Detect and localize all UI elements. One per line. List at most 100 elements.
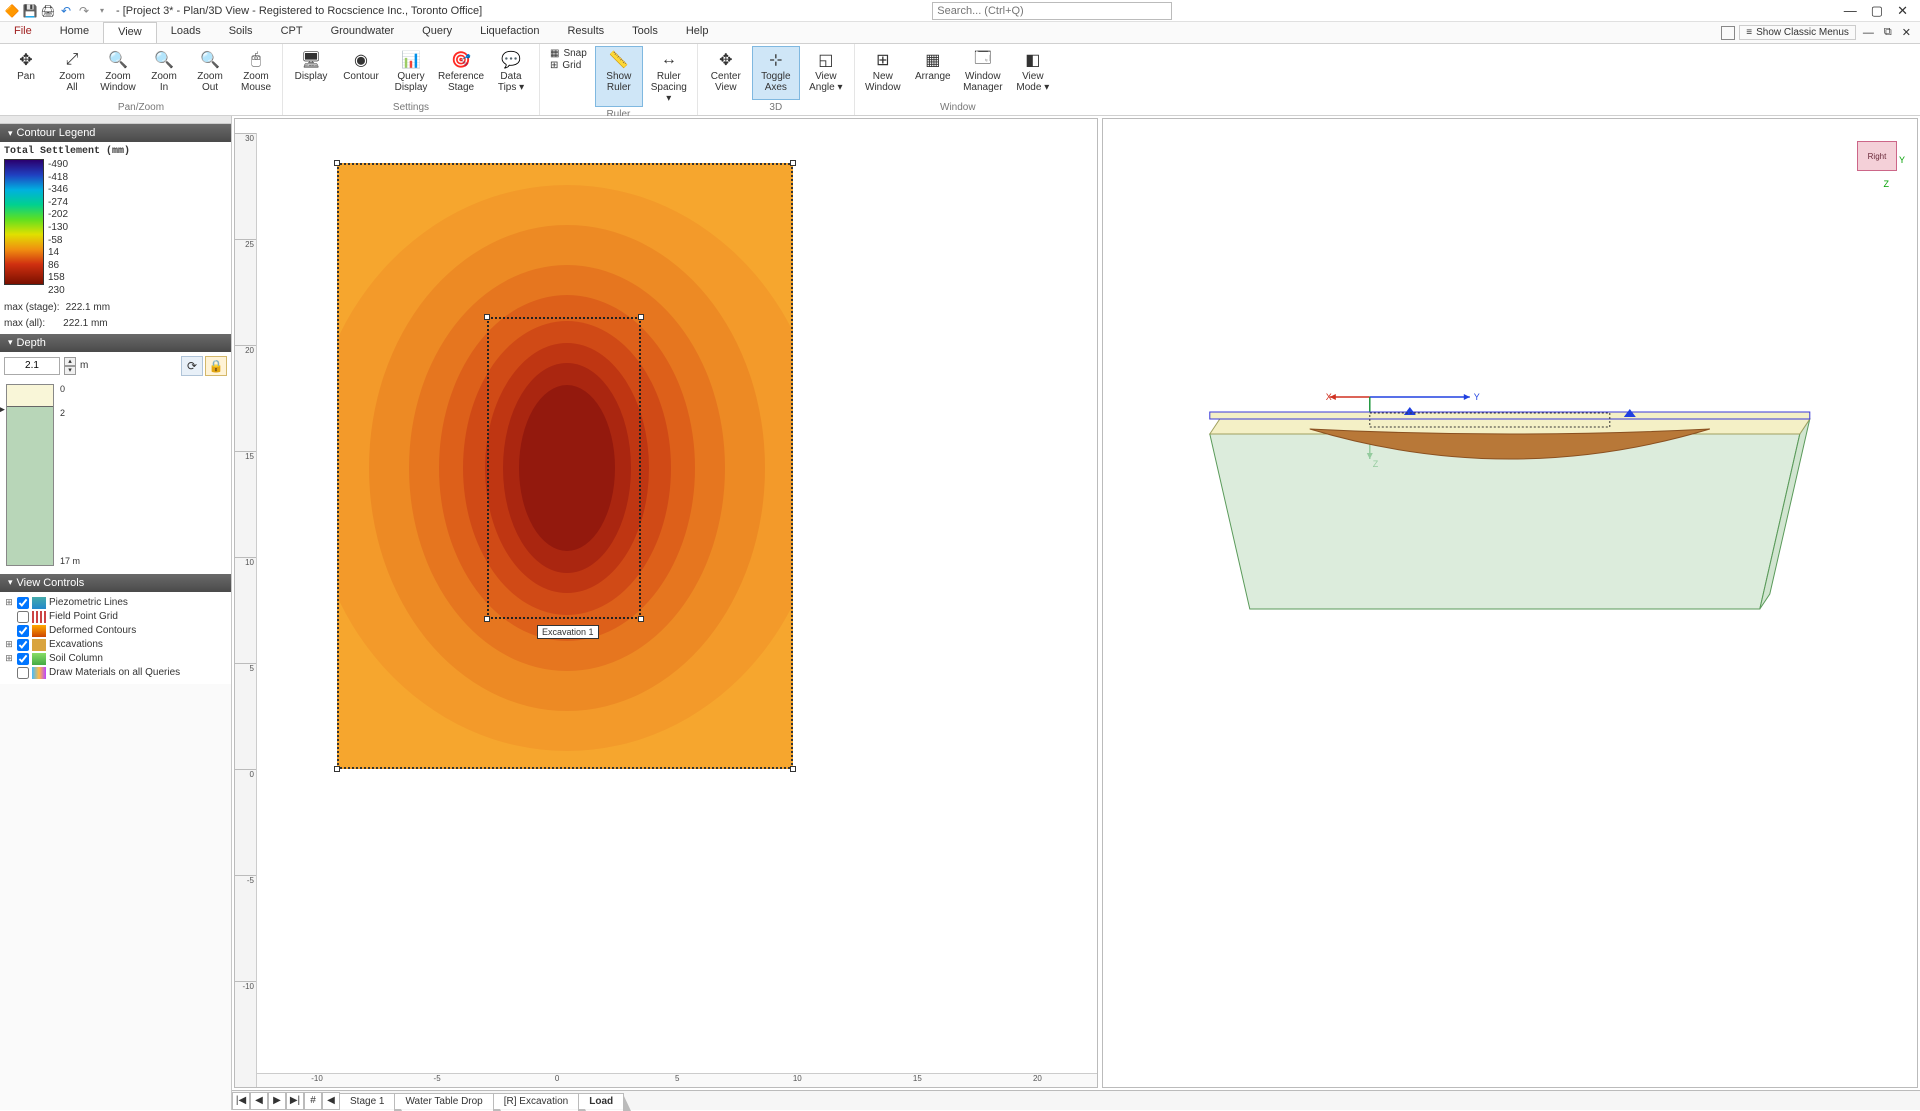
zoom-mouse-button[interactable]: 🖱ZoomMouse bbox=[234, 46, 278, 100]
menu-query[interactable]: Query bbox=[408, 22, 466, 43]
expand-icon[interactable]: ⊞ bbox=[4, 597, 14, 608]
snap-toggle[interactable]: ▦Snap bbox=[550, 48, 587, 59]
contour-legend-header[interactable]: Contour Legend bbox=[0, 124, 231, 142]
save-icon[interactable]: 💾 bbox=[22, 3, 38, 19]
view-mode-button[interactable]: ◧ViewMode ▾ bbox=[1009, 46, 1057, 100]
reference-stage-icon: 🎯 bbox=[451, 49, 471, 71]
grid-icon: ⊞ bbox=[550, 60, 558, 71]
soil-column-checkbox[interactable] bbox=[17, 653, 29, 665]
defc-checkbox[interactable] bbox=[17, 625, 29, 637]
soil-extent[interactable]: Excavation 1 bbox=[337, 163, 793, 769]
menu-loads[interactable]: Loads bbox=[157, 22, 215, 43]
field-point-grid-icon bbox=[32, 611, 46, 623]
redo-icon[interactable]: ↷ bbox=[76, 3, 92, 19]
menu-file[interactable]: File bbox=[0, 22, 46, 43]
excavation-outline[interactable] bbox=[487, 317, 641, 619]
zoom-in-button[interactable]: 🔍ZoomIn bbox=[142, 46, 186, 100]
svg-text:X: X bbox=[1326, 392, 1332, 402]
query-display-button[interactable]: 📊QueryDisplay bbox=[387, 46, 435, 100]
pan-button[interactable]: ✥Pan bbox=[4, 46, 48, 100]
3d-model[interactable]: X Y Z bbox=[1103, 379, 1917, 639]
window-title: - [Project 3* - Plan/3D View - Registere… bbox=[116, 5, 482, 17]
menu-help[interactable]: Help bbox=[672, 22, 723, 43]
stage-prev-icon[interactable]: ◀ bbox=[250, 1092, 268, 1110]
menu-view[interactable]: View bbox=[103, 22, 157, 43]
center-view-button[interactable]: ✥CenterView bbox=[702, 46, 750, 100]
ruler-icon: 📏 bbox=[609, 49, 629, 71]
depth-input[interactable] bbox=[4, 357, 60, 375]
snap-icon: ▦ bbox=[550, 48, 559, 59]
stage-num-icon[interactable]: # bbox=[304, 1092, 322, 1110]
menu-cpt[interactable]: CPT bbox=[267, 22, 317, 43]
depth-marker-icon[interactable]: ▶ bbox=[0, 404, 5, 415]
stage-end-icon[interactable]: ◀ bbox=[322, 1092, 340, 1110]
depth-column[interactable] bbox=[6, 384, 54, 566]
menu-home[interactable]: Home bbox=[46, 22, 103, 43]
zoom-out-button[interactable]: 🔍ZoomOut bbox=[188, 46, 232, 100]
vertical-ruler: 302520 15105 0-5-10 bbox=[235, 133, 257, 1087]
piezo-checkbox[interactable] bbox=[17, 597, 29, 609]
show-ruler-button[interactable]: 📏ShowRuler bbox=[595, 46, 643, 107]
stage-next-icon[interactable]: ▶ bbox=[268, 1092, 286, 1110]
tab-water-table-drop[interactable]: Water Table Drop bbox=[394, 1093, 493, 1109]
deformed-contours-icon bbox=[32, 625, 46, 637]
stage-first-icon[interactable]: |◀ bbox=[232, 1092, 250, 1110]
view-angle-button[interactable]: ◱ViewAngle ▾ bbox=[802, 46, 850, 100]
menu-results[interactable]: Results bbox=[553, 22, 618, 43]
left-sidebar: Contour Legend Total Settlement (mm) -49… bbox=[0, 116, 232, 1110]
child-restore-icon[interactable]: ⧉ bbox=[1881, 26, 1895, 39]
depth-refresh-button[interactable]: ⟳ bbox=[181, 356, 203, 376]
arrange-button[interactable]: ▦Arrange bbox=[909, 46, 957, 100]
new-window-button[interactable]: ⊞NewWindow bbox=[859, 46, 907, 100]
data-tips-button[interactable]: 💬DataTips ▾ bbox=[487, 46, 535, 100]
zoom-window-button[interactable]: 🔍ZoomWindow bbox=[96, 46, 140, 100]
view-gizmo[interactable]: Right Y Z bbox=[1849, 133, 1903, 187]
tab-load[interactable]: Load bbox=[578, 1093, 624, 1109]
contour-button[interactable]: ◉Contour bbox=[337, 46, 385, 100]
zoom-all-icon: ⤢ bbox=[66, 49, 79, 71]
tab-r-excavation[interactable]: [R] Excavation bbox=[493, 1093, 579, 1109]
close-icon[interactable]: ✕ bbox=[1897, 3, 1908, 19]
depth-header[interactable]: Depth bbox=[0, 334, 231, 352]
menu-soils[interactable]: Soils bbox=[215, 22, 267, 43]
depth-lock-button[interactable]: 🔒 bbox=[205, 356, 227, 376]
search-input[interactable] bbox=[932, 2, 1172, 20]
undo-icon[interactable]: ↶ bbox=[58, 3, 74, 19]
stage-last-icon[interactable]: ▶| bbox=[286, 1092, 304, 1110]
fpg-checkbox[interactable] bbox=[17, 611, 29, 623]
draw-materials-checkbox[interactable] bbox=[17, 667, 29, 679]
window-manager-button[interactable]: 🗔WindowManager bbox=[959, 46, 1007, 100]
ruler-spacing-button[interactable]: ↔RulerSpacing ▾ bbox=[645, 46, 693, 107]
menu-tools[interactable]: Tools bbox=[618, 22, 672, 43]
zoom-all-button[interactable]: ⤢ZoomAll bbox=[50, 46, 94, 100]
contour-icon: ◉ bbox=[354, 49, 368, 71]
excavations-checkbox[interactable] bbox=[17, 639, 29, 651]
expand-icon[interactable]: ⊞ bbox=[4, 639, 14, 650]
qat-dropdown-icon[interactable]: ▾ bbox=[94, 3, 110, 19]
expand-icon[interactable]: ⊞ bbox=[4, 653, 14, 664]
horizontal-ruler: -10 -5 0 5 10 15 20 bbox=[257, 1073, 1097, 1087]
grid-toggle[interactable]: ⊞Grid bbox=[550, 60, 587, 71]
child-close-icon[interactable]: ✕ bbox=[1899, 26, 1914, 39]
zoom-mouse-icon: 🖱 bbox=[251, 49, 261, 71]
3d-view[interactable]: Right Y Z X Y Z bbox=[1102, 118, 1918, 1088]
depth-panel: ▴▾ m ⟳ 🔒 ▶ 0 2 17 m bbox=[0, 352, 231, 574]
view-controls-header[interactable]: View Controls bbox=[0, 574, 231, 592]
minimize-icon[interactable]: — bbox=[1844, 3, 1857, 19]
zoom-out-icon: 🔍 bbox=[200, 49, 220, 71]
display-button[interactable]: 🖥Display bbox=[287, 46, 335, 100]
window-manager-icon: 🗔 bbox=[974, 49, 991, 71]
plan-view[interactable]: 302520 15105 0-5-10 bbox=[234, 118, 1098, 1088]
depth-spinner[interactable]: ▴▾ bbox=[64, 357, 76, 375]
panel-toggle-icon[interactable] bbox=[1721, 26, 1735, 40]
maximize-icon[interactable]: ▢ bbox=[1871, 3, 1883, 19]
menu-liquefaction[interactable]: Liquefaction bbox=[466, 22, 553, 43]
tab-stage1[interactable]: Stage 1 bbox=[339, 1093, 395, 1109]
soil-column-icon bbox=[32, 653, 46, 665]
show-classic-menus-button[interactable]: ≡ Show Classic Menus bbox=[1739, 25, 1856, 40]
menu-groundwater[interactable]: Groundwater bbox=[317, 22, 409, 43]
print-icon[interactable]: 🖨 bbox=[40, 3, 56, 19]
child-minimize-icon[interactable]: — bbox=[1860, 27, 1877, 39]
toggle-axes-button[interactable]: ⊹ToggleAxes bbox=[752, 46, 800, 100]
reference-stage-button[interactable]: 🎯ReferenceStage bbox=[437, 46, 485, 100]
